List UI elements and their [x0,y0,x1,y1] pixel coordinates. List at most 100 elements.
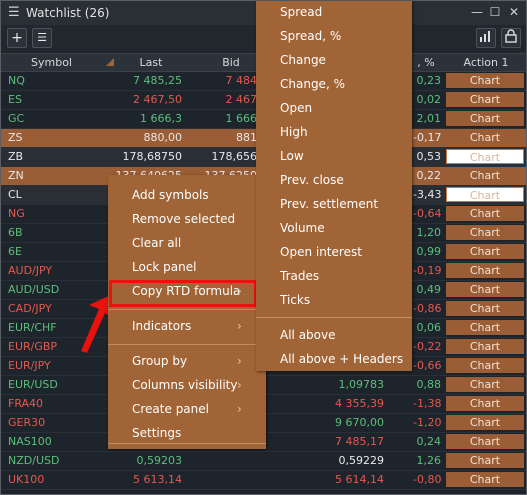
rtd-submenu: Spread Spread, % Change Change, % Open High Lo… [256,1,412,371]
row-symbol: EUR/USD [8,378,58,391]
row-last: 880,00 [143,131,183,144]
chart-button[interactable]: Chart [446,377,524,392]
row-symbol: 6E [8,245,22,258]
chart-button[interactable]: Chart [446,225,524,240]
submenu-item[interactable]: Spread, % [256,25,412,49]
context-menu-item[interactable]: Lock panel [108,255,266,279]
chart-button[interactable]: Chart [446,396,524,411]
menu-separator [108,443,266,444]
row-bid-value: 5 614,14 [335,473,384,486]
chart-button[interactable]: Chart [446,434,524,449]
row-bid: 7 484 [225,74,258,87]
chart-button[interactable]: Chart [446,320,524,335]
submenu-item-label: Volume [280,221,325,235]
submenu-item-label: All above [280,328,336,342]
submenu-item-label: Open [280,101,313,115]
chart-button[interactable]: Chart [446,415,524,430]
table-row[interactable]: NZD/USD 0,59203 0,59229 1,26 Chart [1,452,526,471]
row-symbol: GC [8,112,25,125]
submenu-item[interactable]: Low [256,145,412,169]
context-menu-item[interactable]: Columns visibility › [108,373,266,397]
table-row[interactable]: UK100 5 613,14 5 614,14 -0,80 Chart [1,471,526,490]
row-change-pct: -1,20 [413,416,442,429]
row-bid-value: 9 670,00 [335,416,384,429]
context-menu-item[interactable]: Remove selected [108,207,266,231]
chart-button[interactable]: Chart [446,92,524,107]
submenu-item[interactable]: Change, % [256,73,412,97]
context-menu-item-label: Remove selected [132,212,236,226]
submenu-arrow-icon: › [237,378,242,392]
chart-bars-button[interactable] [476,28,496,48]
chart-button[interactable]: Chart [446,358,524,373]
row-change-pct: -0,80 [413,473,442,486]
column-header-bid[interactable]: Bid [206,56,256,69]
submenu-item[interactable]: Spread [256,1,412,25]
submenu-item[interactable]: Volume [256,217,412,241]
row-symbol: AUD/USD [8,283,60,296]
context-menu-item[interactable]: Clear all [108,231,266,255]
row-change-pct: 0,49 [416,283,442,296]
submenu-item[interactable]: Prev. close [256,169,412,193]
close-button[interactable]: ✕ [506,4,522,20]
hamburger-menu-icon[interactable]: ☰ [8,5,20,20]
minimize-button[interactable]: — [469,4,485,20]
chart-button[interactable]: Chart [446,73,524,88]
context-menu-item-label: Lock panel [132,260,197,274]
chart-button[interactable]: Chart [446,472,524,487]
lock-button[interactable] [501,28,521,48]
row-symbol: EUR/JPY [8,359,51,372]
column-header-last[interactable]: Last [126,56,176,69]
chart-button[interactable]: Chart [446,111,524,126]
watchlist-window: ☰ Watchlist (26) — ☐ ✕ + ☰ Symbol Last B… [0,0,527,495]
chart-button[interactable]: Chart [446,244,524,259]
context-menu-item[interactable]: Create panel › [108,397,266,421]
submenu-item[interactable]: Ticks [256,289,412,313]
list-view-button[interactable]: ☰ [32,28,52,48]
row-change-pct: -0,17 [413,131,442,144]
submenu-item-label: Low [280,149,304,163]
chart-button[interactable]: Chart [446,301,524,316]
sort-corner-icon [106,58,114,66]
row-last: 0,59203 [136,454,183,467]
row-symbol: CAD/JPY [8,302,52,315]
row-change-pct: 0,88 [416,378,442,391]
context-menu-item[interactable]: Add symbols [108,183,266,207]
chart-button[interactable]: Chart [446,206,524,221]
context-menu-item-label: Clear all [132,236,182,250]
row-change-pct: -1,38 [413,397,442,410]
chart-button[interactable]: Chart [446,187,524,202]
context-menu-item[interactable]: Group by › [108,349,266,373]
chart-button[interactable]: Chart [446,130,524,145]
submenu-item[interactable]: Open [256,97,412,121]
context-menu-item[interactable]: Settings [108,421,266,445]
submenu-item[interactable]: Change [256,49,412,73]
submenu-item[interactable]: High [256,121,412,145]
submenu-item[interactable]: Trades [256,265,412,289]
submenu-item-label: Change, % [280,77,345,91]
column-header-action[interactable]: Action 1 [451,56,521,69]
row-symbol: ZB [8,150,24,163]
submenu-item-label: Spread, % [280,29,342,43]
column-header-change-pct[interactable]: , % [411,56,441,69]
submenu-item[interactable]: Prev. settlement [256,193,412,217]
maximize-button[interactable]: ☐ [487,4,503,20]
context-menu: Add symbols Remove selected Clear all Lock … [108,175,266,449]
submenu-item[interactable]: All above + Headers [256,348,412,372]
chart-button[interactable]: Chart [446,453,524,468]
chart-button[interactable]: Chart [446,168,524,183]
chart-button[interactable]: Chart [446,149,524,164]
add-symbol-button[interactable]: + [7,28,27,48]
menu-separator [108,309,266,310]
submenu-item-label: Change [280,53,326,67]
context-menu-item[interactable]: Indicators › [108,314,266,338]
chart-button[interactable]: Chart [446,282,524,297]
submenu-item[interactable]: Open interest [256,241,412,265]
context-menu-item-label: Settings [132,426,182,440]
chart-button[interactable]: Chart [446,339,524,354]
row-symbol: CL [8,188,22,201]
row-bid-value: 4 355,39 [335,397,384,410]
chart-button[interactable]: Chart [446,263,524,278]
row-change-pct: 0,22 [416,169,442,182]
column-header-symbol[interactable]: Symbol [31,56,72,69]
submenu-item[interactable]: All above [256,324,412,348]
